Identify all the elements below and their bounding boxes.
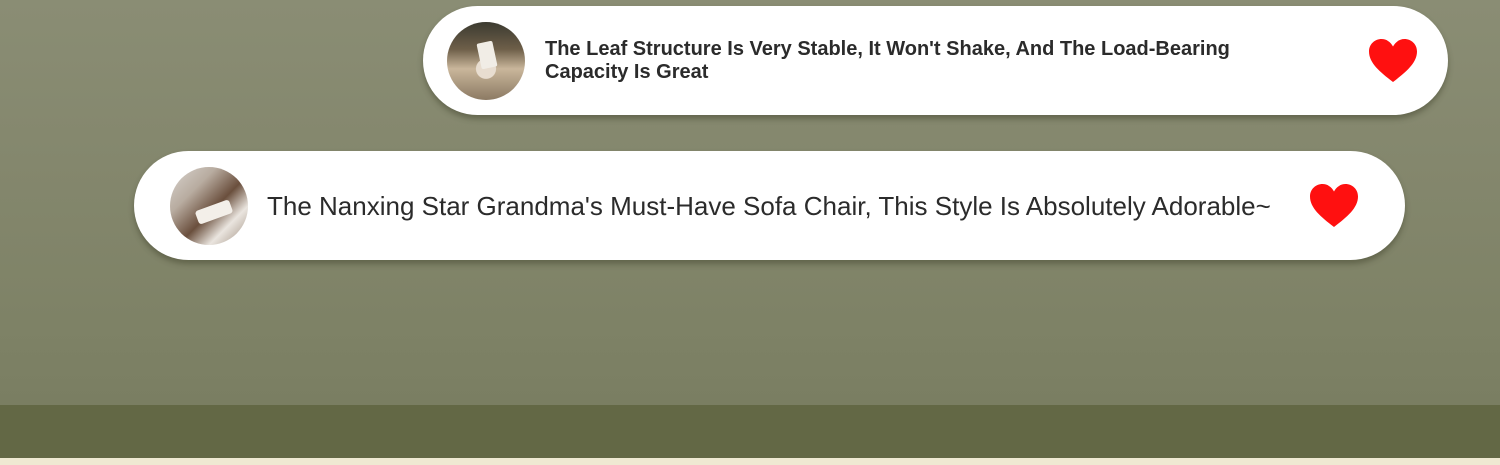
comment-text: The Leaf Structure Is Very Stable, It Wo… xyxy=(545,37,1230,83)
comment-feed: The Leaf Structure Is Very Stable, It Wo… xyxy=(0,0,1500,405)
comment-bubble: The Nanxing Star Grandma's Must-Have Sof… xyxy=(134,151,1405,260)
bottom-bar xyxy=(0,405,1500,458)
user-avatar[interactable] xyxy=(447,21,525,100)
comment-text: The Nanxing Star Grandma's Must-Have Sof… xyxy=(267,190,1271,221)
heart-icon[interactable] xyxy=(1309,183,1359,229)
comment-bubble: The Leaf Structure Is Very Stable, It Wo… xyxy=(423,6,1448,115)
heart-icon[interactable] xyxy=(1368,38,1418,84)
user-avatar[interactable] xyxy=(170,166,248,245)
bottom-edge xyxy=(0,458,1500,465)
